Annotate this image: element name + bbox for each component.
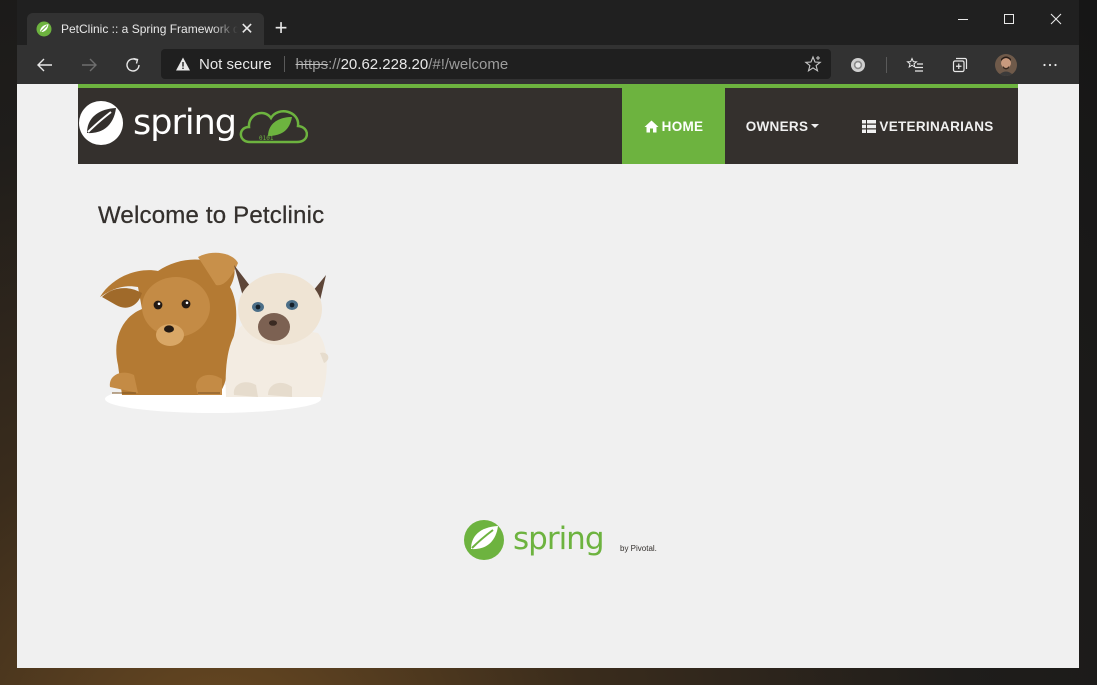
nav-owners[interactable]: OWNERS [734, 88, 831, 164]
collections-button[interactable] [945, 50, 975, 80]
spring-leaf-icon [79, 101, 123, 145]
maximize-button[interactable] [986, 0, 1032, 38]
svg-text:by Pivotal.: by Pivotal. [620, 544, 657, 553]
pets-image [100, 252, 329, 413]
svg-text:spring: spring [133, 103, 236, 143]
maximize-icon [1004, 14, 1014, 24]
th-list-icon [862, 119, 877, 133]
favorites-button[interactable] [900, 50, 930, 80]
new-tab-button[interactable]: + [270, 15, 292, 41]
svg-text:spring: spring [513, 521, 604, 557]
nav-owners-label: OWNERS [745, 118, 809, 134]
nav-veterinarians-label: VETERINARIANS [879, 118, 994, 134]
address-divider [283, 56, 285, 72]
tab-title: PetClinic :: a Spring Framework demonstr… [61, 22, 238, 36]
extension-button[interactable] [843, 50, 873, 80]
security-status[interactable]: Not secure [199, 56, 272, 73]
close-window-button[interactable] [1033, 0, 1079, 38]
browser-tab[interactable]: PetClinic :: a Spring Framework demonstr… [27, 13, 264, 45]
url-separator: :// [328, 55, 341, 73]
navbar: spring 0101 HOME OWNERS VETERINARIANS [78, 84, 1018, 164]
add-favorite-star-icon[interactable] [803, 54, 823, 74]
browser-toolbar: Not secure https://20.62.228.20/#!/welco… [17, 45, 1079, 84]
cloud-leaf-icon: 0101 [239, 110, 308, 144]
collections-icon [952, 57, 968, 73]
caret-down-icon [811, 124, 820, 128]
title-bar: PetClinic :: a Spring Framework demonstr… [17, 0, 1079, 45]
url-text[interactable]: https://20.62.228.20/#!/welcome [296, 56, 509, 73]
profile-avatar[interactable] [995, 54, 1017, 76]
puppy-figure [100, 252, 238, 395]
url-host: 20.62.228.20 [340, 55, 429, 73]
nav-home[interactable]: HOME [622, 88, 725, 164]
nav-veterinarians[interactable]: VETERINARIANS [854, 88, 1002, 164]
url-path: /#!/welcome [428, 55, 509, 73]
web-page: spring 0101 HOME OWNERS VETERINARIANS We… [17, 84, 1079, 668]
url-scheme: https [295, 55, 329, 73]
forward-button[interactable] [74, 50, 104, 80]
spring-brand-logo[interactable]: spring 0101 [78, 98, 308, 146]
close-icon [1050, 13, 1062, 25]
settings-menu-button[interactable] [1035, 50, 1065, 80]
home-icon [644, 120, 659, 132]
spring-favicon-icon [36, 21, 52, 37]
spring-by-pivotal-logo: spring by Pivotal. [464, 520, 657, 560]
browser-window: PetClinic :: a Spring Framework demonstr… [17, 0, 1079, 668]
page-title: Welcome to Petclinic [98, 202, 325, 229]
svg-text:0101: 0101 [259, 135, 274, 142]
address-bar[interactable]: Not secure https://20.62.228.20/#!/welco… [161, 49, 831, 79]
extension-circle-icon [851, 58, 865, 72]
tab-close-icon[interactable]: ✕ [238, 19, 256, 39]
toolbar-divider [886, 57, 887, 73]
forward-arrow-icon [82, 58, 97, 72]
nav-home-label: HOME [661, 118, 704, 134]
spring-leaf-icon [464, 520, 504, 560]
minimize-button[interactable] [940, 0, 986, 38]
minimize-icon [958, 19, 968, 20]
more-dots-icon [1043, 63, 1057, 67]
refresh-button[interactable] [118, 50, 148, 80]
favorites-list-icon [906, 57, 923, 72]
warning-icon[interactable] [175, 56, 191, 72]
back-button[interactable] [30, 50, 60, 80]
kitten-figure [225, 265, 329, 397]
refresh-icon [126, 57, 140, 72]
back-arrow-icon [37, 58, 52, 72]
